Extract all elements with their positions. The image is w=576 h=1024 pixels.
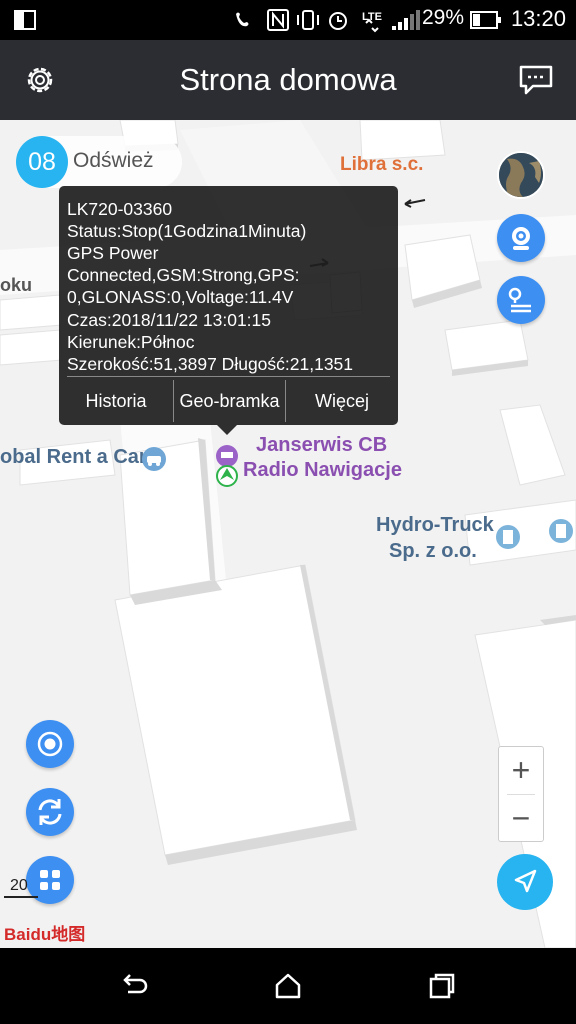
popup-device-id: LK720-03360: [67, 199, 173, 219]
popup-power: GPS Power: [67, 243, 159, 263]
popup-time: Czas:2018/11/22 13:01:15: [67, 310, 272, 330]
status-bar: LTE 29% 13:20: [0, 0, 576, 40]
navigate-button[interactable]: [497, 854, 553, 910]
camera-icon: [512, 227, 530, 250]
poi-libra[interactable]: Libra s.c.: [340, 154, 423, 176]
home-icon[interactable]: [272, 970, 304, 1002]
locate-icon: [37, 731, 63, 757]
app-bar: Strona domowa: [0, 40, 576, 120]
refresh-cycle-icon: [38, 799, 62, 825]
locate-button[interactable]: [26, 720, 74, 768]
poi-hydro-truck-line1[interactable]: Hydro-Truck: [376, 514, 494, 537]
map-scale-bar: [4, 896, 38, 898]
lte-icon: LTE: [362, 11, 382, 33]
vehicle-marker-icon[interactable]: [214, 444, 240, 488]
svg-text:LTE: LTE: [362, 11, 382, 23]
building-poi-icon[interactable]: [495, 524, 521, 550]
popup-connection: Connected,GSM:Strong,GPS:: [67, 265, 300, 285]
signal-icon: [392, 10, 420, 30]
route-icon: [508, 287, 531, 313]
alarm-icon: [329, 12, 347, 30]
device-info-popup: LK720-03360 Status:Stop(1Godzina1Minuta)…: [59, 186, 398, 435]
navigation-arrow-icon: [514, 869, 537, 893]
geofence-button[interactable]: Geo-bramka: [174, 380, 285, 422]
call-icon: [236, 12, 249, 27]
route-button[interactable]: [497, 276, 545, 324]
popup-status: Status:Stop(1Godzina1Minuta): [67, 221, 307, 241]
camera-button[interactable]: [497, 214, 545, 262]
satellite-thumbnail-icon[interactable]: [497, 151, 545, 199]
clock: 13:20: [510, 6, 566, 31]
refresh-label: Odśwież: [73, 149, 154, 172]
popup-gnss: 0,GLONASS:0,Voltage:11.4V: [67, 287, 294, 307]
poi-hydro-truck-line2[interactable]: Sp. z o.o.: [389, 540, 477, 563]
system-navigation-bar: [0, 948, 576, 1024]
poi-rent-a-car[interactable]: obal Rent a Car: [0, 446, 147, 469]
vibrate-icon: [297, 10, 319, 30]
screen-mirror-icon: [14, 10, 36, 30]
zoom-control: + −: [498, 746, 544, 842]
zoom-out-button[interactable]: −: [499, 795, 543, 842]
building-poi-icon-2[interactable]: [548, 518, 574, 544]
back-icon[interactable]: [118, 970, 150, 1002]
refresh-countdown: 08: [16, 136, 68, 188]
nfc-icon: [267, 9, 289, 31]
battery-icon: [470, 11, 501, 29]
history-button[interactable]: Historia: [59, 380, 173, 422]
recents-icon[interactable]: [426, 970, 458, 1002]
popup-divider: [67, 376, 390, 377]
car-poi-icon[interactable]: [141, 446, 167, 472]
poi-janserwis-line2[interactable]: Radio Nawigacje: [243, 459, 402, 482]
zoom-in-button[interactable]: +: [499, 747, 543, 794]
map-scale-label: 20: [10, 877, 28, 894]
popup-pointer: [217, 425, 237, 435]
poi-janserwis-line1[interactable]: Janserwis CB: [256, 434, 387, 457]
baidu-logo: Baidu地图: [4, 925, 86, 944]
refresh-cycle-button[interactable]: [26, 788, 74, 836]
battery-percent: 29%: [422, 6, 465, 29]
more-button[interactable]: Więcej: [286, 380, 398, 422]
street-label: oku: [0, 275, 33, 295]
message-icon[interactable]: [518, 64, 554, 96]
popup-coordinates: Szerokość:51,3897 Długość:21,1351: [67, 354, 354, 374]
page-title: Strona domowa: [179, 62, 397, 97]
refresh-control[interactable]: 08 Odśwież: [16, 136, 182, 188]
map-view[interactable]: oku Libra s.c. obal Rent a Car Janserwis…: [0, 120, 576, 948]
popup-direction: Kierunek:Północ: [67, 332, 195, 352]
status-icons: LTE: [236, 9, 420, 33]
